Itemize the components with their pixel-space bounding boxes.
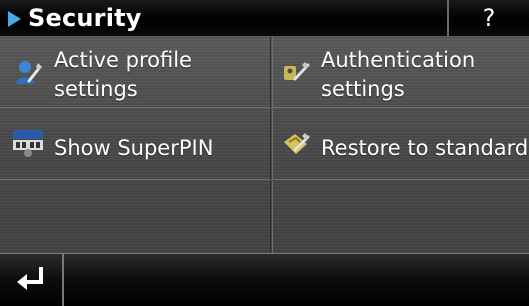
restore-icon [284,133,310,154]
menu-item-label: Active profile [54,48,192,72]
title-bar: Security ? [0,0,529,37]
empty-cell [272,181,529,253]
menu-item-label: Show SuperPIN [54,136,214,160]
menu-item-active-profile-settings[interactable]: Active profile settings [0,37,271,108]
empty-cell [0,181,271,253]
back-button[interactable] [0,254,64,306]
menu-item-label: Authentication [321,48,476,72]
profile-settings-icon [16,61,42,84]
title-arrow-icon [8,11,21,27]
menu-item-label: Restore to standard [321,136,529,160]
menu-item-label-line2: settings [54,77,138,101]
security-screen: Security ? Active profile settings Authe… [0,0,529,306]
menu-grid: Active profile settings Authentication s… [0,37,529,253]
menu-item-restore-to-standard[interactable]: Restore to standard [272,109,529,180]
page-title: Security [28,4,142,32]
help-button[interactable]: ? [447,0,529,36]
return-arrow-icon [17,267,43,290]
menu-item-label-line2: settings [321,77,405,101]
menu-item-show-superpin[interactable]: Show SuperPIN [0,109,271,180]
authentication-key-icon [284,62,310,81]
menu-item-authentication-settings[interactable]: Authentication settings [272,37,529,108]
superpin-icon [13,130,43,157]
bottom-bar [0,253,529,306]
